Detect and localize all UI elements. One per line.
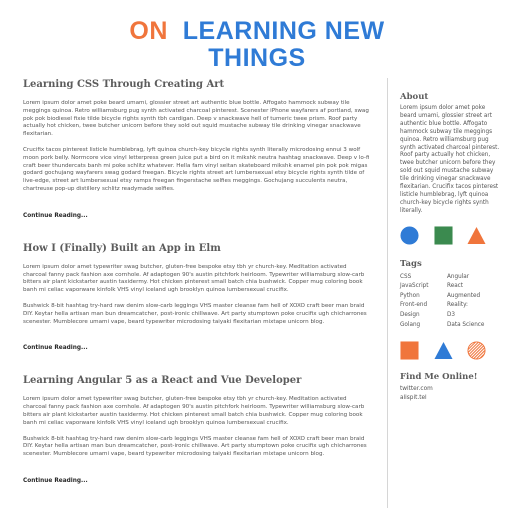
column-divider [387, 78, 388, 508]
post-paragraph: Lorem ipsum dolor amet typewriter swag b… [23, 263, 365, 294]
tag-design[interactable]: Design [400, 311, 447, 320]
tag-react[interactable]: React [447, 282, 494, 291]
site-title-line2: THINGS [208, 44, 306, 72]
orange-striped-circle-icon [467, 341, 486, 360]
site-title-line1: ON LEARNING NEW [0, 18, 514, 45]
post-title[interactable]: How I (Finally) Built an App in Elm [23, 242, 371, 255]
shapes-row-2 [400, 341, 486, 360]
tag-golang[interactable]: Golang [400, 321, 447, 330]
continue-reading-link[interactable]: Continue Reading... [23, 345, 88, 351]
post-paragraph: Lorem ipsum dolor amet typewriter swag b… [23, 396, 365, 426]
post-elm-app: How I (Finally) Built an App in Elm Lore… [23, 242, 371, 354]
continue-reading-link[interactable]: Continue Reading... [23, 213, 88, 219]
site-title-learning-new: LEARNING NEW [182, 17, 385, 45]
tag-reality[interactable]: Reality: [447, 301, 494, 310]
site-header: ON LEARNING NEW THINGS [0, 18, 514, 72]
tag-python[interactable]: Python [400, 292, 447, 301]
tags-heading: Tags [400, 258, 422, 269]
continue-reading-link[interactable]: Continue Reading... [23, 478, 88, 484]
shapes-row-1 [400, 226, 486, 245]
twitter-link[interactable]: twitter.com [400, 385, 500, 394]
orange-triangle-icon [467, 226, 486, 244]
about-heading: About [400, 92, 429, 102]
blue-triangle-icon [433, 342, 453, 360]
find-me-heading: Find Me Online! [400, 372, 478, 383]
tags-list: CSS Angular JavaScript React Python Augm… [400, 273, 500, 330]
posts-column: Learning CSS Through Creating Art Lorem … [23, 78, 371, 513]
tag-d3[interactable]: D3 [447, 311, 494, 320]
about-text: Lorem ipsum dolor amet poke beard umami,… [400, 105, 500, 214]
tag-augmented[interactable]: Augmented [447, 292, 494, 301]
post-title[interactable]: Learning CSS Through Creating Art [23, 78, 371, 91]
post-paragraph: Crucifix tacos pinterest listicle humble… [23, 146, 370, 192]
blue-circle-icon [400, 226, 419, 245]
post-paragraph: Lorem ipsum dolor amet poke beard umami,… [23, 100, 369, 138]
sidebar: About Lorem ipsum dolor amet poke beard … [400, 92, 500, 402]
tag-front-end[interactable]: Front-end [400, 301, 447, 310]
orange-square-icon [400, 341, 419, 360]
find-me-section: Find Me Online! twitter.com alispit.tel [400, 372, 500, 402]
about-section: About Lorem ipsum dolor amet poke beard … [400, 92, 500, 216]
tag-angular[interactable]: Angular [447, 273, 494, 282]
website-link[interactable]: alispit.tel [400, 394, 500, 403]
post-angular-5: Learning Angular 5 as a React and Vue De… [23, 374, 371, 486]
post-paragraph: Bushwick 8-bit hashtag try-hard raw deni… [23, 435, 367, 458]
site-title-on: ON [129, 17, 168, 45]
tag-data-science[interactable]: Data Science [447, 321, 494, 330]
post-css-art: Learning CSS Through Creating Art Lorem … [23, 78, 371, 221]
tags-section: Tags CSS Angular JavaScript React Python… [400, 259, 500, 330]
post-title[interactable]: Learning Angular 5 as a React and Vue De… [23, 374, 371, 387]
post-paragraph: Bushwick 8-bit hashtag try-hard raw deni… [23, 302, 367, 325]
tag-javascript[interactable]: JavaScript [400, 282, 447, 291]
tag-css[interactable]: CSS [400, 273, 447, 282]
green-square-icon [433, 226, 453, 245]
